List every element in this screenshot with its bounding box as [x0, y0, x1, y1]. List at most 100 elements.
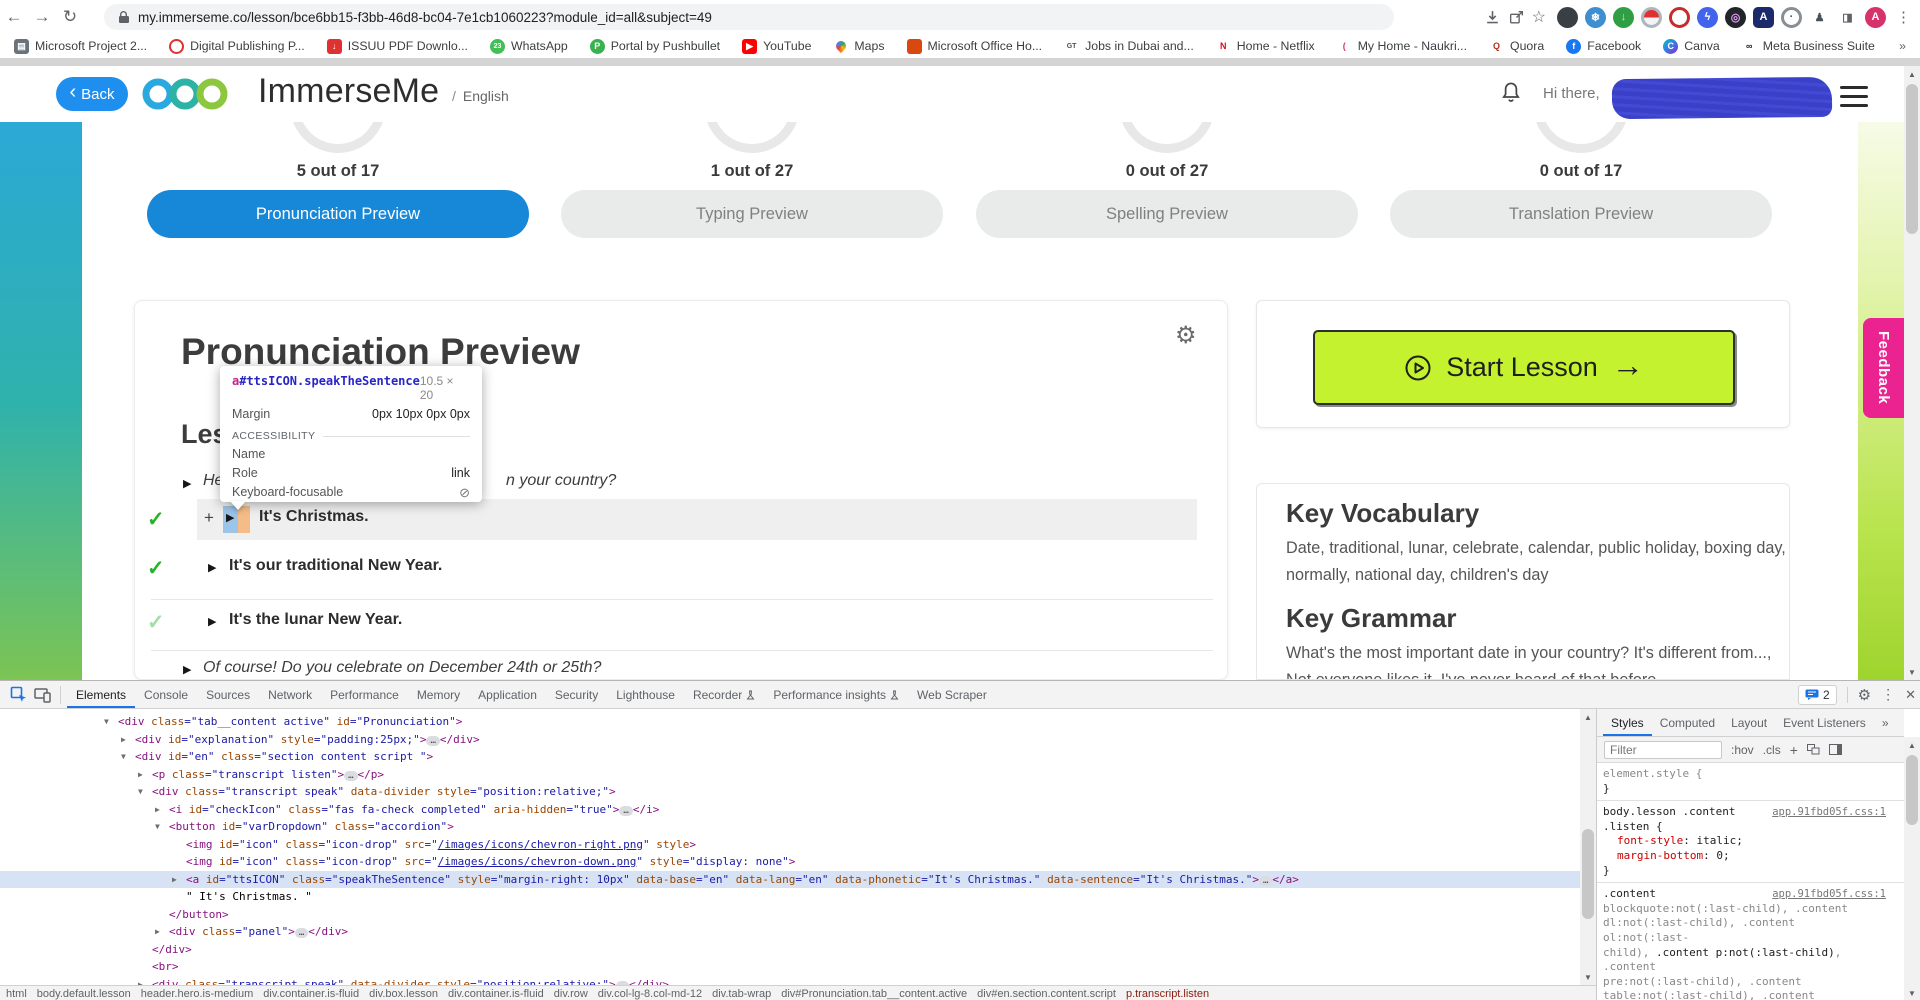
play-triangle-icon[interactable]: ▶	[208, 561, 216, 574]
devtools-tab-lighthouse[interactable]: Lighthouse	[607, 681, 684, 708]
css-declaration[interactable]: margin-bottom: 0;	[1603, 849, 1886, 864]
bookmark-item[interactable]: PPortal by Pushbullet	[590, 39, 720, 54]
breadcrumb-node[interactable]: div.row	[554, 988, 588, 1000]
issues-badge[interactable]: 2	[1798, 685, 1837, 705]
breadcrumb-node[interactable]: div#en.section.content.script	[977, 988, 1116, 1000]
devtools-tab-web-scraper[interactable]: Web Scraper	[908, 681, 996, 708]
devtools-settings-icon[interactable]: ⚙	[1858, 686, 1871, 704]
scroll-down-icon[interactable]: ▼	[1904, 664, 1920, 680]
bookmark-item[interactable]: Digital Publishing P...	[169, 39, 305, 54]
download-icon[interactable]	[1484, 9, 1501, 26]
scroll-up-icon[interactable]: ▲	[1904, 737, 1920, 753]
bookmark-item[interactable]: (My Home - Naukri...	[1337, 39, 1467, 54]
new-rule-icon[interactable]: +	[1790, 742, 1798, 758]
dom-node[interactable]: ▶<div id="explanation" style="padding:25…	[0, 731, 1580, 749]
profile-avatar[interactable]: A	[1865, 7, 1886, 28]
scroll-up-icon[interactable]: ▲	[1904, 66, 1920, 82]
styles-tab-styles[interactable]: Styles	[1603, 709, 1652, 736]
bookmark-item[interactable]: GTJobs in Dubai and...	[1064, 39, 1194, 54]
blue-extension-icon[interactable]: ❄	[1585, 7, 1606, 28]
a-square-extension-icon[interactable]: A	[1753, 7, 1774, 28]
bookmark-item[interactable]: QQuora	[1489, 39, 1544, 54]
bookmark-star-icon[interactable]: ☆	[1532, 7, 1546, 27]
scrollbar-thumb[interactable]	[1582, 829, 1594, 919]
styles-tab-»[interactable]: »	[1874, 709, 1897, 736]
bookmark-item[interactable]: 23WhatsApp	[490, 39, 568, 54]
device-toolbar-icon[interactable]	[34, 687, 52, 703]
transcript-listen-right[interactable]: n your country?	[506, 472, 616, 490]
dom-node[interactable]: " It's Christmas. "	[0, 888, 1580, 906]
forward-icon[interactable]: →	[28, 0, 56, 34]
gear-icon[interactable]: ⚙	[1175, 321, 1197, 350]
devtools-tab-memory[interactable]: Memory	[408, 681, 469, 708]
breadcrumb-node[interactable]: div#Pronunciation.tab__content.active	[781, 988, 967, 1000]
start-lesson-button[interactable]: Start Lesson →	[1313, 330, 1735, 405]
scrollbar-thumb[interactable]	[1906, 755, 1918, 825]
breadcrumb-node[interactable]: header.hero.is-medium	[141, 988, 254, 1000]
pokeball-extension-icon[interactable]	[1641, 7, 1662, 28]
tab-translation-preview[interactable]: Translation Preview	[1390, 190, 1772, 238]
scroll-down-icon[interactable]: ▼	[1904, 985, 1920, 1000]
outline-circle-extension-icon[interactable]: ·	[1781, 7, 1802, 28]
bookmark-item[interactable]: ▶YouTube	[742, 39, 811, 54]
transcript-speak[interactable]: It's the lunar New Year.	[229, 611, 402, 629]
refresh-icon[interactable]: ↻	[56, 0, 84, 34]
red-ring-extension-icon[interactable]	[1669, 7, 1690, 28]
devtools-tab-security[interactable]: Security	[546, 681, 607, 708]
bookmark-item[interactable]: NHome - Netflix	[1216, 39, 1315, 54]
breadcrumb-node[interactable]: body.default.lesson	[37, 988, 131, 1000]
tab-spelling-preview[interactable]: Spelling Preview	[976, 190, 1358, 238]
devtools-tab-sources[interactable]: Sources	[197, 681, 259, 708]
bookmark-item[interactable]: Maps	[833, 39, 884, 54]
devtools-menu-icon[interactable]: ⋮	[1881, 686, 1895, 703]
transcript-speak[interactable]: It's our traditional New Year.	[229, 557, 442, 575]
styles-tab-layout[interactable]: Layout	[1723, 709, 1775, 736]
page-scrollbar[interactable]: ▲ ▼	[1904, 66, 1920, 680]
dom-node[interactable]: ▼<div id="en" class="section content scr…	[0, 748, 1580, 766]
lightning-extension-icon[interactable]: ϟ	[1697, 7, 1718, 28]
breadcrumb-node[interactable]: p.transcript.listen	[1126, 988, 1209, 1000]
elements-scrollbar[interactable]: ▲ ▼	[1580, 709, 1596, 985]
styles-filter-input[interactable]: Filter	[1604, 741, 1722, 759]
hamburger-menu-icon[interactable]	[1840, 86, 1868, 107]
breadcrumb-node[interactable]: div.tab-wrap	[712, 988, 771, 1000]
devtools-tab-network[interactable]: Network	[259, 681, 321, 708]
sidebar-dock-icon[interactable]	[1829, 744, 1842, 755]
back-button[interactable]: ‹ Back	[56, 77, 128, 111]
play-triangle-icon[interactable]: ▶	[183, 663, 191, 676]
devtools-close-icon[interactable]: ✕	[1905, 687, 1916, 703]
bookmark-item[interactable]: Microsoft Office Ho...	[907, 39, 1043, 54]
transcript-speak[interactable]: It's Christmas.	[259, 508, 369, 526]
feedback-tab[interactable]: Feedback	[1863, 318, 1904, 418]
browser-menu-icon[interactable]: ⋮	[1893, 8, 1914, 26]
dom-node[interactable]: </div>	[0, 941, 1580, 959]
paint-format-icon[interactable]	[1807, 744, 1820, 755]
robot-extension-icon[interactable]	[1557, 7, 1578, 28]
stylesheet-link[interactable]: app.91fbd05f.css:1	[1772, 887, 1886, 902]
breadcrumb-node[interactable]: div.box.lesson	[369, 988, 438, 1000]
play-triangle-icon[interactable]: ▶	[208, 615, 216, 628]
styles-tab-event-listeners[interactable]: Event Listeners	[1775, 709, 1874, 736]
play-triangle-icon[interactable]: ▶	[183, 477, 191, 490]
bookmark-item[interactable]: ↓ISSUU PDF Downlo...	[327, 39, 468, 54]
css-declaration[interactable]: font-style: italic;	[1603, 834, 1886, 849]
bookmark-item[interactable]: ∞Meta Business Suite	[1742, 39, 1875, 54]
devtools-tab-elements[interactable]: Elements	[67, 681, 135, 708]
bookmark-item[interactable]: ▤Microsoft Project 2...	[14, 39, 147, 54]
breadcrumb-node[interactable]: html	[6, 988, 27, 1000]
bookmark-item[interactable]: CCanva	[1663, 39, 1720, 54]
dom-node[interactable]: <img id="icon" class="icon-drop" src="/i…	[0, 853, 1580, 871]
devtools-tab-application[interactable]: Application	[469, 681, 546, 708]
inspect-element-icon[interactable]	[10, 686, 28, 704]
bell-icon[interactable]	[1498, 80, 1524, 108]
devtools-tab-performance-insights[interactable]: Performance insights	[764, 681, 908, 708]
expand-plus[interactable]: +	[204, 508, 214, 528]
dom-node[interactable]: </button>	[0, 906, 1580, 924]
idm-extension-icon[interactable]: ↓	[1613, 7, 1634, 28]
dom-node[interactable]: ▶<div class="panel">…</div>	[0, 923, 1580, 941]
devtools-tab-performance[interactable]: Performance	[321, 681, 408, 708]
dom-node[interactable]: ▼<div class="transcript speak" data-divi…	[0, 783, 1580, 801]
hov-toggle[interactable]: :hov	[1731, 743, 1754, 757]
cls-toggle[interactable]: .cls	[1763, 743, 1781, 757]
devtools-tab-recorder[interactable]: Recorder	[684, 681, 764, 708]
